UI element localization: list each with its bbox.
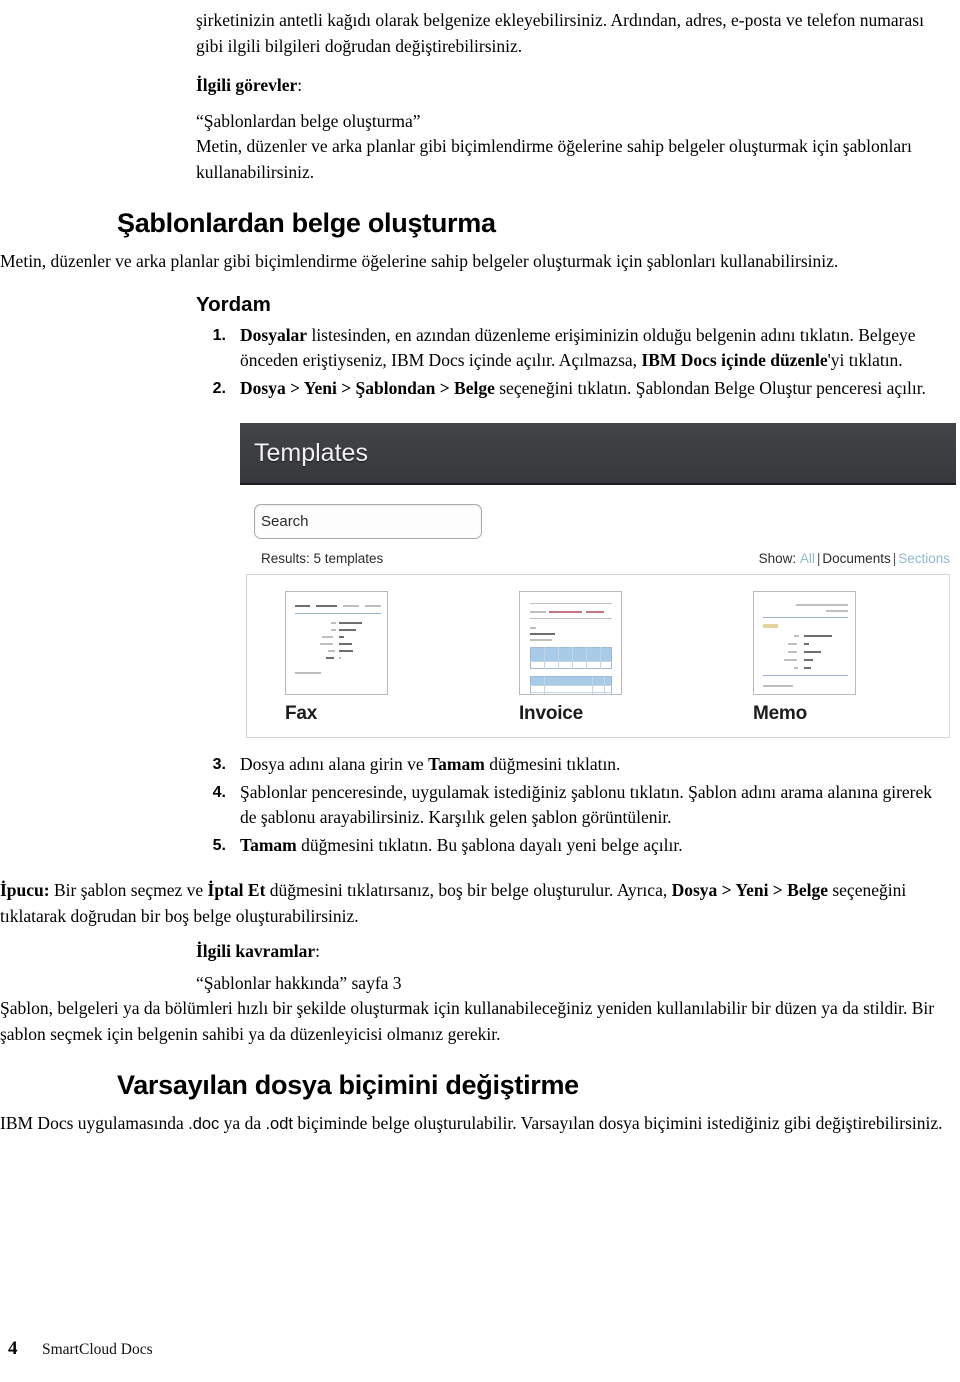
related-concepts-label-row: İlgili kavramlar: [196, 939, 946, 965]
step-number: 4. [212, 783, 226, 801]
results-count-text: Results: 5 templates [261, 551, 384, 566]
footer-page-number: 4 [8, 1338, 18, 1359]
step-text-part: Dosyalar [240, 324, 308, 345]
related-concept-link[interactable]: “Şablonlar hakkında” sayfa 3 [196, 971, 946, 997]
templates-grid: Fax Invoice Memo [246, 574, 950, 738]
page-title-create-from-templates: Şablonlardan belge oluşturma [117, 208, 496, 238]
format-part-mono: .odt [265, 1115, 293, 1133]
related-concepts-label: İlgili kavramlar [196, 941, 316, 961]
show-filter-all[interactable]: All [800, 551, 815, 566]
step-text: Tamam düğmesini tıklatın. Bu şablona day… [240, 835, 683, 855]
tip-label: İpucu: [0, 880, 50, 900]
related-task-description: Metin, düzenler ve arka planlar gibi biç… [196, 136, 912, 182]
show-filter-documents[interactable]: Documents [822, 551, 890, 566]
related-task-link[interactable]: “Şablonlardan belge oluşturma” [196, 109, 946, 135]
procedure-steps-bottom: 3. Dosya adını alana girin ve Tamam düğm… [196, 752, 946, 858]
step-text: Dosyalar listesinden, en azından düzenle… [240, 325, 916, 371]
tip-part: Bir şablon seçmez ve [49, 880, 208, 900]
step-text-part: Dosya > Yeni > Şablondan > Belge [240, 377, 495, 398]
show-filter-group: Show: All | Documents | Sections [759, 551, 950, 566]
step-text: Dosya adını alana girin ve Tamam düğmesi… [240, 754, 620, 774]
list-item: 2. Dosya > Yeni > Şablondan > Belge seçe… [196, 376, 946, 402]
list-item: 3. Dosya adını alana girin ve Tamam düğm… [196, 752, 946, 778]
step-number: 1. [212, 326, 226, 344]
tip-part: Dosya > Yeni > Belge [671, 880, 828, 900]
templates-window-screenshot: Templates Search Results: 5 templates Sh… [240, 423, 956, 738]
step-text-part: düğmesini tıklatın. Bu şablona dayalı ye… [296, 834, 683, 855]
related-concepts-colon: : [315, 941, 320, 961]
search-row: Search [240, 485, 956, 539]
step-text-part: 'yi tıklatın. [827, 350, 903, 370]
format-part-mono: .doc [188, 1115, 220, 1133]
results-row: Results: 5 templates Show: All | Documents… [240, 539, 956, 574]
template-thumbnail-memo [752, 591, 856, 695]
step-text-part: seçeneğini tıklatın. Şablondan Belge Olu… [494, 377, 926, 398]
list-item: 5. Tamam düğmesini tıklatın. Bu şablona … [196, 833, 946, 859]
tip-part: İptal Et [207, 880, 266, 900]
related-tasks-label: İlgili görevler [196, 75, 298, 95]
step-number: 5. [212, 836, 226, 854]
templates-window-title: Templates [254, 438, 368, 467]
template-thumbnail-invoice [518, 591, 622, 695]
format-part: IBM Docs uygulamasında [0, 1113, 189, 1133]
page-footer: 4 SmartCloud Docs [0, 1338, 960, 1360]
intro-paragraph: şirketinizin antetli kağıdı olarak belge… [196, 10, 924, 56]
section-create-intro: Metin, düzenler ve arka planlar gibi biç… [0, 251, 839, 271]
templates-window-titlebar: Templates [240, 423, 956, 485]
procedure-heading: Yordam [196, 292, 271, 316]
related-tasks-colon: : [297, 75, 303, 95]
step-text-part: Dosya adını alana girin ve [240, 754, 429, 774]
template-card-memo[interactable]: Memo [715, 591, 949, 725]
template-name: Fax [285, 703, 318, 724]
template-thumbnail-fax [285, 591, 388, 695]
step-text: Şablonlar penceresinde, uygulamak istedi… [240, 781, 933, 828]
templates-window-body: Search Results: 5 templates Show: All | Do… [240, 485, 956, 738]
format-part: ya da [219, 1113, 266, 1133]
search-input[interactable]: Search [254, 504, 482, 539]
step-text-part: Tamam [240, 834, 297, 855]
list-item: 4. Şablonlar penceresinde, uygulamak ist… [196, 780, 946, 831]
document-page: şirketinizin antetli kağıdı olarak belge… [0, 0, 960, 1382]
search-placeholder-text: Search [261, 513, 309, 530]
list-item: 1. Dosyalar listesinden, en azından düze… [196, 323, 946, 374]
show-filter-sections[interactable]: Sections [898, 551, 950, 566]
footer-document-title: SmartCloud Docs [42, 1341, 153, 1358]
step-number: 2. [212, 379, 226, 397]
step-number: 3. [212, 756, 226, 773]
step-text: Dosya > Yeni > Şablondan > Belge seçeneğ… [240, 378, 926, 398]
template-card-fax[interactable]: Fax [247, 591, 481, 725]
step-text-part: Tamam [428, 754, 485, 774]
step-text-part: IBM Docs içinde düzenle [641, 350, 828, 370]
tip-block: İpucu: Bir şablon seçmez ve İptal Et düğ… [0, 878, 960, 929]
show-label: Show: [758, 551, 797, 566]
template-name: Memo [752, 703, 808, 724]
section-format-paragraph: IBM Docs uygulamasında .doc ya da .odt b… [0, 1111, 960, 1138]
related-concept-description: Şablon, belgeleri ya da bölümleri hızlı … [0, 998, 935, 1044]
step-text-part: düğmesini tıklatın. [484, 754, 621, 774]
template-name: Invoice [518, 703, 584, 724]
procedure-steps-top: 1. Dosyalar listesinden, en azından düze… [196, 323, 946, 402]
template-card-invoice[interactable]: Invoice [481, 591, 715, 725]
tip-part: düğmesini tıklatırsanız, boş bir belge o… [265, 880, 672, 900]
page-title-change-default-format: Varsayılan dosya biçimini değiştirme [117, 1070, 579, 1100]
format-part: biçiminde belge oluşturulabilir. Varsayı… [293, 1113, 943, 1133]
related-tasks-label-row: İlgili görevler: [196, 73, 946, 99]
